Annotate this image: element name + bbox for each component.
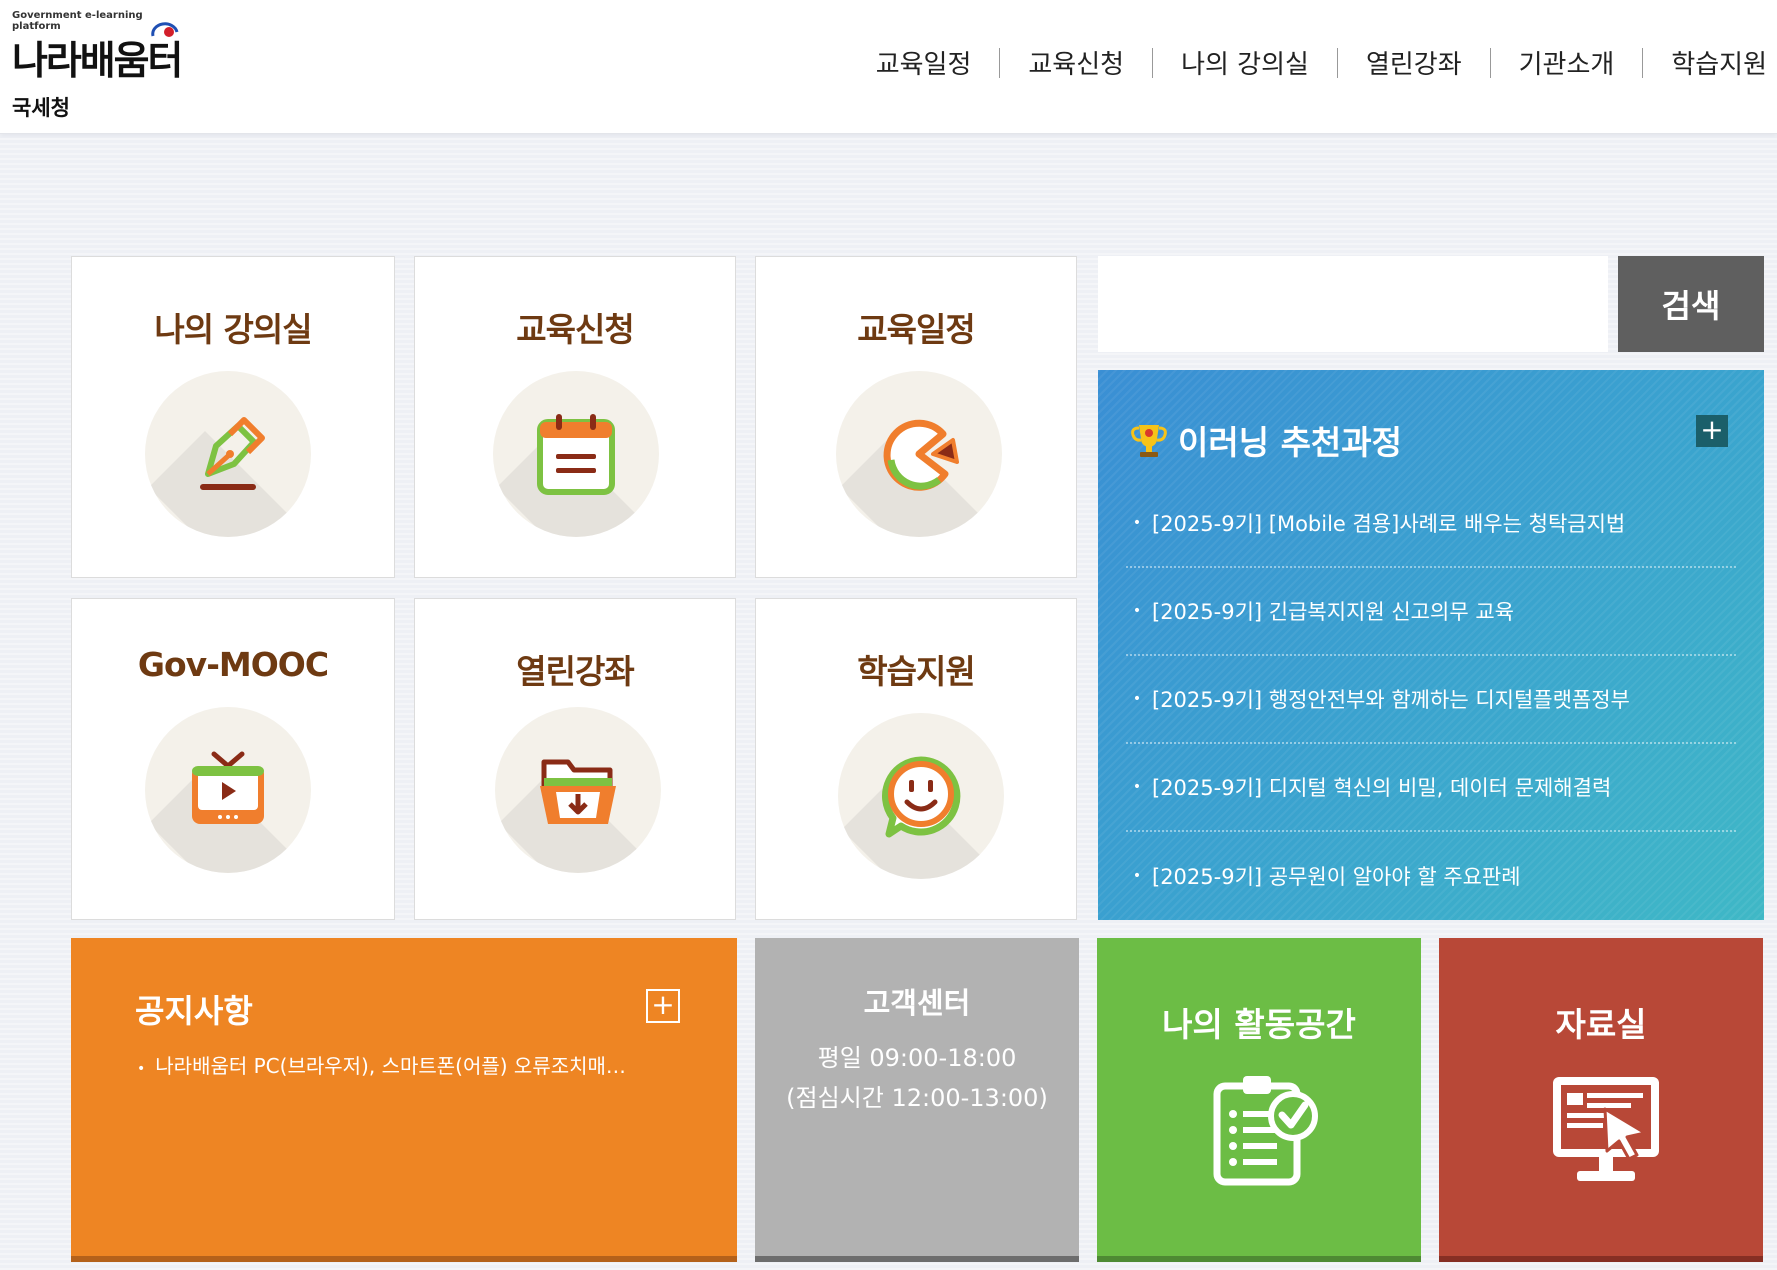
- bullet: •: [1132, 779, 1142, 795]
- main-nav: 교육일정 교육신청 나의 강의실 열린강좌 기관소개 학습지원: [848, 44, 1767, 81]
- nav-item-my-classroom[interactable]: 나의 강의실: [1153, 44, 1337, 81]
- bullet: •: [1132, 691, 1142, 707]
- recommended-courses-panel: 이러닝 추천과정 + • [2025-9기] [Mobile 겸용]사례로 배우는…: [1098, 370, 1764, 920]
- panel-bottom-bar: [755, 1256, 1079, 1262]
- agency-name: 국세청: [12, 96, 70, 120]
- course-title: [2025-9기] 긴급복지지원 신고의무 교육: [1152, 600, 1514, 624]
- tile-title: 교육신청: [516, 310, 634, 349]
- course-title: [2025-9기] 행정안전부와 함께하는 디지털플랫폼정부: [1152, 688, 1630, 712]
- activity-title: 나의 활동공간: [1162, 1005, 1356, 1044]
- archive-title: 자료실: [1555, 1005, 1647, 1044]
- search-button[interactable]: 검색: [1618, 256, 1764, 352]
- panel-bottom-bar: [71, 1256, 737, 1262]
- course-title: [2025-9기] [Mobile 겸용]사례로 배우는 청탁금지법: [1152, 512, 1626, 536]
- tile-open-lectures[interactable]: 열린강좌: [414, 598, 736, 920]
- tv-play-icon: [192, 751, 264, 824]
- logo-emblem-icon: [151, 22, 179, 37]
- archive-panel[interactable]: 자료실: [1439, 938, 1763, 1262]
- clipboard-check-icon: [1213, 1076, 1318, 1186]
- recommended-title: 이러닝 추천과정: [1130, 416, 1402, 464]
- tile-apply[interactable]: 교육신청: [414, 256, 736, 578]
- tile-icon-bg: [836, 371, 1002, 537]
- list-item[interactable]: • [2025-9기] [Mobile 겸용]사례로 배우는 청탁금지법: [1126, 480, 1736, 568]
- list-item[interactable]: • [2025-9기] 디지털 혁신의 비밀, 데이터 문제해결력: [1126, 744, 1736, 832]
- recommended-list: • [2025-9기] [Mobile 겸용]사례로 배우는 청탁금지법 • [20…: [1126, 480, 1736, 920]
- logo-subtitle: Government e-learning platform: [12, 10, 143, 32]
- search-input[interactable]: [1098, 256, 1608, 352]
- pie-chart-icon: [883, 419, 959, 491]
- monitor-cursor-icon: [1553, 1077, 1659, 1181]
- panel-bottom-bar: [1439, 1256, 1763, 1262]
- notice-panel: 공지사항 + • 나라배움터 PC(브라우저), 스마트폰(어플) 오류조치매…: [71, 938, 737, 1262]
- customer-center-title: 고객센터: [863, 986, 971, 1020]
- site-header: Government e-learning platform 나라배움터 국세청…: [0, 0, 1777, 134]
- folder-download-icon: [540, 759, 616, 824]
- trophy-icon: [1131, 425, 1167, 457]
- nav-item-schedule[interactable]: 교육일정: [848, 44, 1000, 81]
- bullet: •: [1132, 515, 1142, 531]
- site-logo[interactable]: Government e-learning platform 나라배움터: [12, 10, 227, 90]
- tile-support[interactable]: 학습지원: [755, 598, 1077, 920]
- list-item[interactable]: • [2025-9기] 행정안전부와 함께하는 디지털플랫폼정부: [1126, 656, 1736, 744]
- notice-item-text: 나라배움터 PC(브라우저), 스마트폰(어플) 오류조치매…: [155, 1054, 626, 1078]
- calendar-icon: [537, 414, 615, 495]
- tile-title: 열린강좌: [516, 652, 634, 691]
- tile-my-classroom[interactable]: 나의 강의실: [71, 256, 395, 578]
- panel-bottom-bar: [1097, 1256, 1421, 1262]
- tile-icon-bg: [493, 371, 659, 537]
- tile-icon-bg: [145, 707, 311, 873]
- customer-center-panel[interactable]: 고객센터 평일 09:00-18:00 (점심시간 12:00-13:00): [755, 938, 1079, 1262]
- tile-schedule[interactable]: 교육일정: [755, 256, 1077, 578]
- course-title: [2025-9기] 공무원이 알아야 할 주요판례: [1152, 865, 1521, 889]
- customer-center-hours: 평일 09:00-18:00: [817, 1044, 1017, 1072]
- recommended-more-button[interactable]: +: [1696, 415, 1728, 447]
- nav-item-about[interactable]: 기관소개: [1491, 44, 1643, 81]
- list-item[interactable]: • [2025-9기] 공무원이 알아야 할 주요판례: [1126, 832, 1736, 920]
- notice-title: 공지사항: [135, 992, 253, 1030]
- bullet: •: [1132, 603, 1142, 619]
- smiley-chat-icon: [882, 756, 961, 838]
- tile-title: 교육일정: [857, 310, 975, 349]
- recommended-title-text: 이러닝 추천과정: [1178, 423, 1403, 462]
- tile-icon-bg: [838, 713, 1004, 879]
- nav-item-apply[interactable]: 교육신청: [1000, 44, 1152, 81]
- notice-more-button[interactable]: +: [646, 989, 680, 1023]
- nav-item-support[interactable]: 학습지원: [1643, 44, 1767, 81]
- nav-item-open-lectures[interactable]: 열린강좌: [1338, 44, 1490, 81]
- list-item[interactable]: • [2025-9기] 긴급복지지원 신고의무 교육: [1126, 568, 1736, 656]
- tile-title: 나의 강의실: [154, 310, 312, 349]
- tile-icon-bg: [495, 707, 661, 873]
- tile-title: Gov-MOOC: [137, 645, 329, 684]
- notice-item[interactable]: • 나라배움터 PC(브라우저), 스마트폰(어플) 오류조치매…: [137, 1050, 626, 1079]
- pen-icon: [200, 417, 265, 490]
- bullet: •: [1132, 868, 1142, 884]
- bullet: •: [137, 1061, 146, 1077]
- tile-icon-bg: [145, 371, 311, 537]
- course-title: [2025-9기] 디지털 혁신의 비밀, 데이터 문제해결력: [1152, 776, 1612, 800]
- tile-title: 학습지원: [857, 652, 975, 691]
- my-activity-panel[interactable]: 나의 활동공간: [1097, 938, 1421, 1262]
- tile-gov-mooc[interactable]: Gov-MOOC: [71, 598, 395, 920]
- customer-center-lunch: (점심시간 12:00-13:00): [786, 1084, 1048, 1112]
